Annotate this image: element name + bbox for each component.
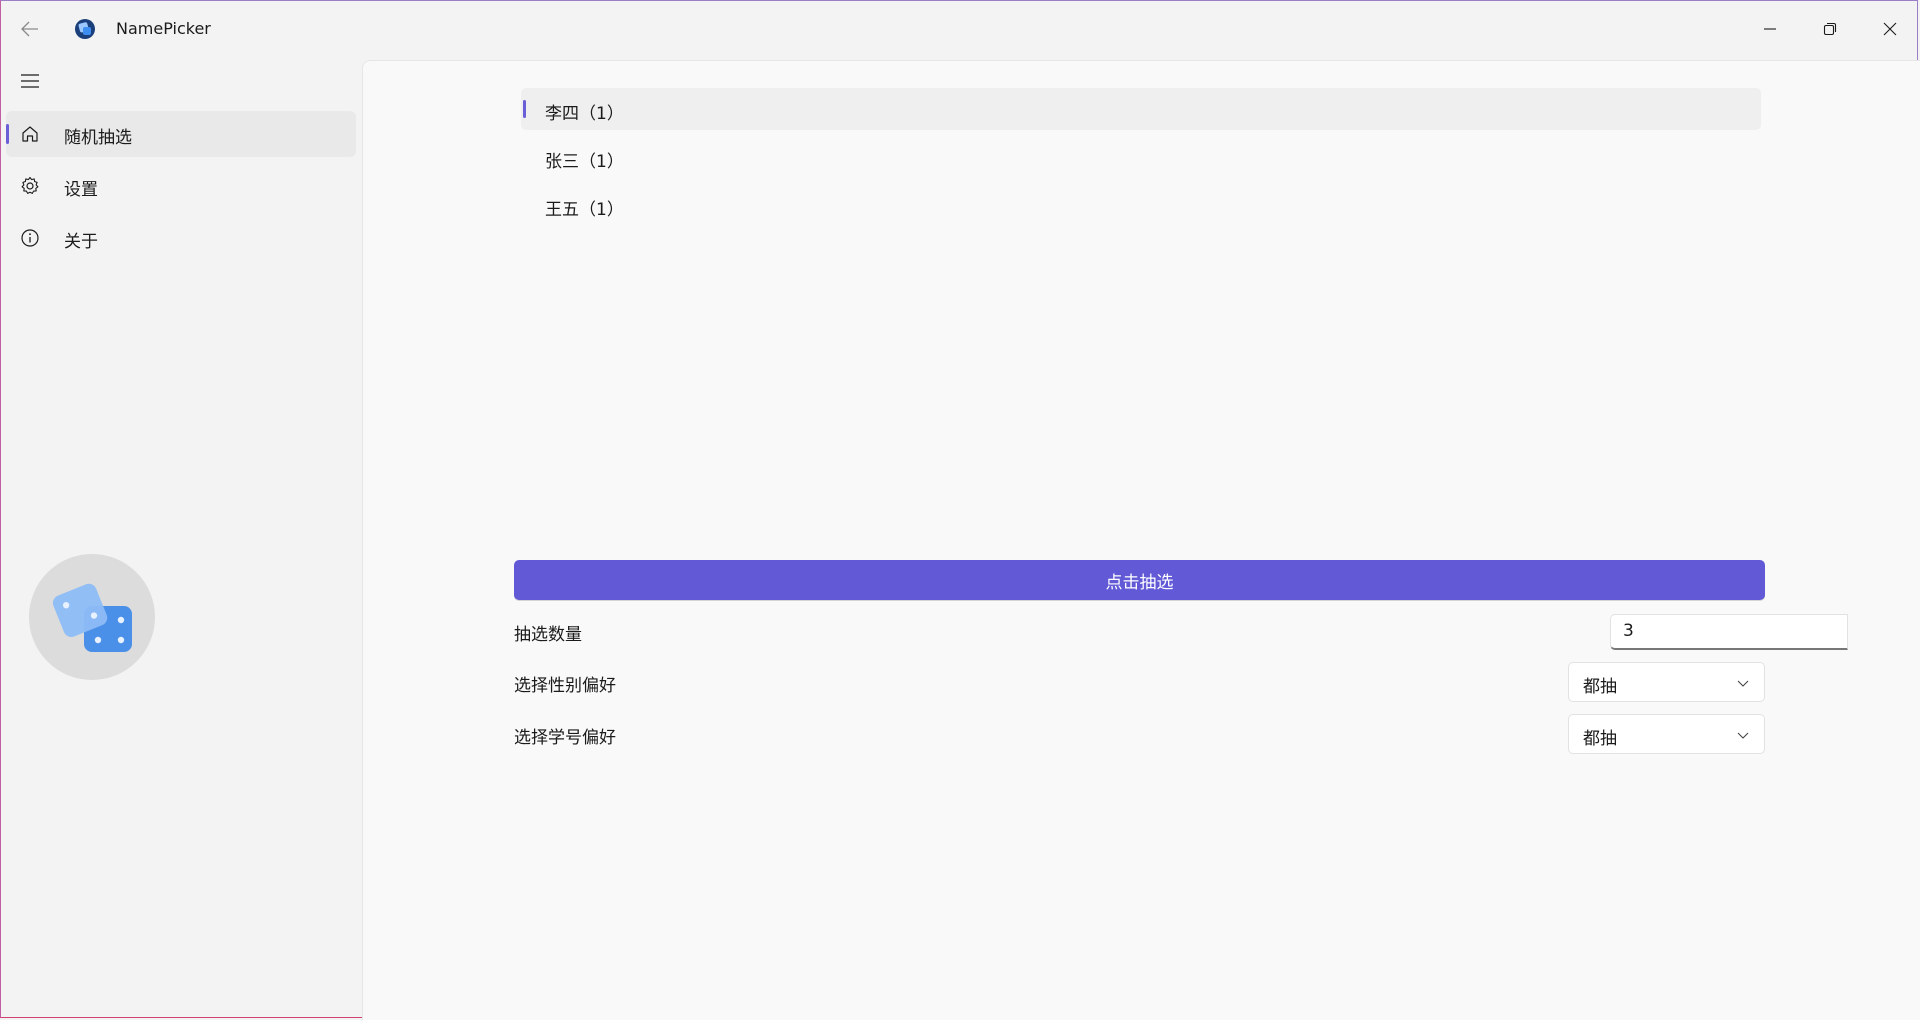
sidebar-item-settings[interactable]: 设置 [6,163,356,209]
close-button[interactable] [1860,0,1920,58]
arrow-left-icon [21,21,38,37]
result-name: 王五（1） [545,200,624,220]
hamburger-icon [21,74,39,88]
chevron-down-icon [1737,732,1749,739]
app-title: NamePicker [116,19,211,38]
id-pref-label: 选择学号偏好 [514,728,616,748]
minimize-icon [1764,28,1776,30]
result-list: 李四（1） 张三（1） 王五（1） [521,88,1761,232]
result-name: 李四（1） [545,104,624,124]
sidebar-item-about[interactable]: 关于 [6,215,356,261]
info-icon [21,229,39,247]
app-logo-icon [74,18,96,40]
menu-toggle-button[interactable] [12,64,48,98]
maximize-button[interactable] [1800,0,1860,58]
gender-pref-label: 选择性别偏好 [514,676,616,696]
pick-button[interactable]: 点击抽选 [514,560,1765,600]
selection-indicator [523,100,526,118]
count-input[interactable]: 3 [1610,614,1848,650]
list-item[interactable]: 张三（1） [521,136,1761,178]
dice-icon [52,583,132,652]
close-icon [1883,22,1897,36]
main-content: 李四（1） 张三（1） 王五（1） 点击抽选 抽选数量 3 选择性别偏好 都抽 … [362,60,1920,1020]
sidebar-item-label: 随机抽选 [64,128,132,148]
sidebar-item-random-pick[interactable]: 随机抽选 [6,111,356,157]
gender-pref-dropdown[interactable]: 都抽 [1568,662,1765,702]
avatar [29,554,155,680]
dropdown-value: 都抽 [1583,729,1617,749]
sidebar-item-label: 关于 [64,232,98,252]
list-item[interactable]: 李四（1） [521,88,1761,130]
list-item[interactable]: 王五（1） [521,184,1761,226]
result-name: 张三（1） [545,152,624,172]
chevron-down-icon [1737,680,1749,687]
id-pref-dropdown[interactable]: 都抽 [1568,714,1765,754]
title-bar: NamePicker [0,0,1920,58]
back-button[interactable] [12,12,48,46]
gear-icon [21,176,39,194]
minimize-button[interactable] [1740,0,1800,58]
selection-indicator [6,124,9,144]
dropdown-value: 都抽 [1583,677,1617,697]
sidebar-item-label: 设置 [64,180,98,200]
count-label: 抽选数量 [514,625,582,645]
home-icon [22,126,38,142]
restore-icon [1823,22,1837,36]
